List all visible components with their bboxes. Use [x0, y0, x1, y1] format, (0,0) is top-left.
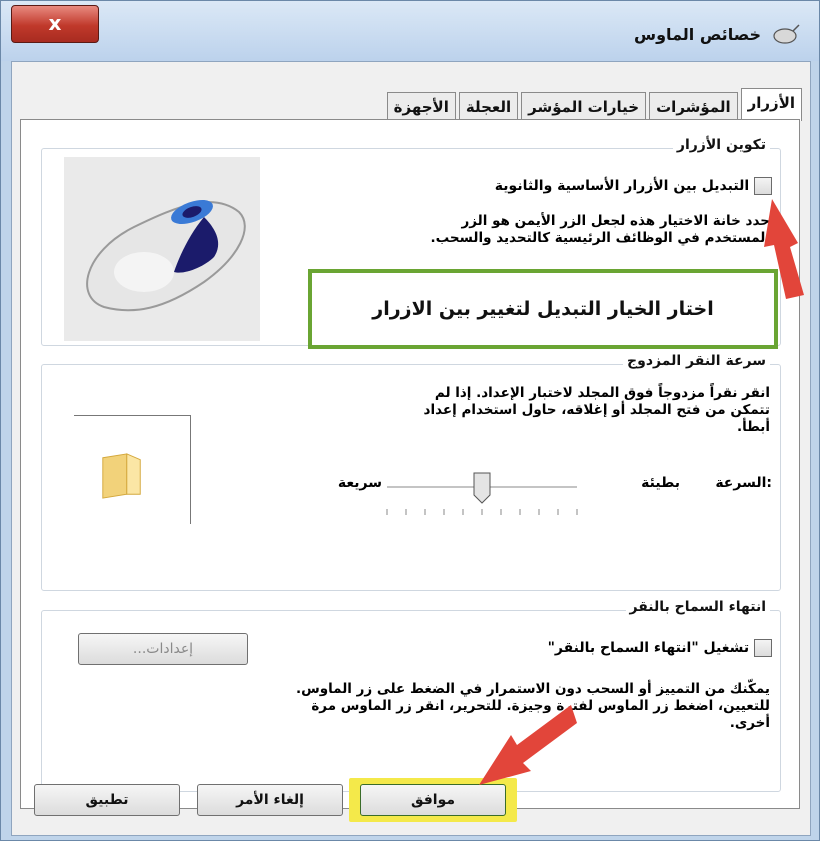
click-lock-description-line1: يمكّنك من التمييز أو السحب دون الاستمرار… [295, 681, 770, 697]
tab-pointers[interactable]: المؤشرات [649, 92, 738, 121]
close-button[interactable]: x [11, 5, 99, 43]
tab-buttons[interactable]: الأزرار [740, 88, 802, 121]
click-lock-description-line2: للتعيين، اضغط زر الماوس لفترة وجيزة. للت… [311, 698, 770, 714]
swap-buttons-row[interactable]: التبديل بين الأزرار الأساسية والثانوية [495, 177, 772, 195]
click-lock-description: يمكّنك من التمييز أو السحب دون الاستمرار… [80, 681, 770, 732]
speed-label: السرعة: [715, 475, 772, 491]
click-lock-title: انتهاء السماح بالنقر [625, 599, 770, 615]
button-config-description-line2: المستخدم في الوظائف الرئيسية كالتحديد وا… [430, 230, 770, 246]
tab-wheel[interactable]: العجلة [458, 92, 519, 121]
double-click-description: انقر نقراً مزدوجاً فوق المجلد لاختبار ال… [280, 385, 770, 436]
mouse-image [64, 157, 260, 341]
annotation-box: اختار الخيار التبديل لتغيير بين الازرار [308, 269, 778, 349]
double-click-speed-title: سرعة النقر المزدوج [623, 353, 770, 369]
click-lock-checkbox[interactable] [754, 639, 772, 657]
button-config-description-line1: حدد خانة الاختيار هذه لجعل الزر الأيمن ه… [461, 213, 770, 229]
slow-label: بطيئة [641, 475, 680, 491]
window-title: خصائص الماوس [634, 25, 761, 44]
tab-hardware[interactable]: الأجهزة [386, 92, 456, 121]
click-lock-settings-button[interactable]: إعدادات... [78, 633, 248, 665]
button-config-description: حدد خانة الاختيار هذه لجعل الزر الأيمن ه… [340, 213, 770, 247]
tab-strip: الأزرار المؤشرات خيارات المؤشر العجلة ال… [384, 88, 802, 121]
double-click-description-line2: تتمكن من فتح المجلد أو إغلاقه، حاول استخ… [423, 402, 770, 418]
click-lock-label: تشغيل "انتهاء السماح بالنقر" [547, 640, 750, 656]
mouse-icon [773, 24, 800, 44]
double-click-description-line1: انقر نقراً مزدوجاً فوق المجلد لاختبار ال… [434, 385, 770, 401]
annotation-arrow-bottom [479, 705, 577, 785]
slider-thumb[interactable] [473, 472, 491, 504]
speed-slider[interactable] [382, 469, 582, 519]
buttons-tab-panel: تكوين الأزرار التبديل بين الأزرار الأساس… [20, 119, 800, 809]
slider-ticks [386, 509, 578, 515]
cancel-button[interactable]: إلغاء الأمر [197, 784, 343, 816]
swap-buttons-label: التبديل بين الأزرار الأساسية والثانوية [494, 178, 750, 194]
tab-pointer-options[interactable]: خيارات المؤشر [521, 92, 647, 121]
dialog-body: الأزرار المؤشرات خيارات المؤشر العجلة ال… [11, 61, 811, 836]
title-bar[interactable]: خصائص الماوس x [1, 1, 819, 61]
double-click-speed-group: سرعة النقر المزدوج انقر نقراً مزدوجاً فو… [41, 353, 781, 591]
mouse-properties-window: خصائص الماوس x الأزرار المؤشرات خيارات ا… [0, 0, 820, 841]
button-configuration-title: تكوين الأزرار [672, 137, 770, 153]
click-lock-description-line3: أخرى. [729, 715, 770, 731]
apply-button[interactable]: تطبيق [34, 784, 180, 816]
annotation-arrow-top [764, 199, 804, 299]
folder-icon[interactable] [98, 448, 146, 504]
click-lock-row[interactable]: تشغيل "انتهاء السماح بالنقر" [548, 639, 772, 657]
fast-label: سريعة [337, 475, 382, 491]
annotation-text: اختار الخيار التبديل لتغيير بين الازرار [372, 298, 714, 320]
test-folder-area[interactable] [74, 415, 191, 524]
double-click-description-line3: أبطأ. [736, 419, 770, 435]
click-lock-group: انتهاء السماح بالنقر تشغيل "انتهاء السما… [41, 599, 781, 792]
